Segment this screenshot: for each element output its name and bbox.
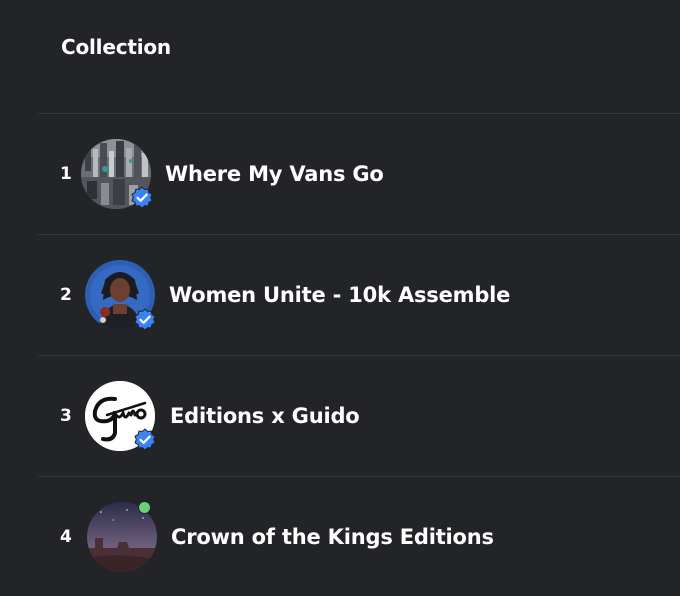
- collection-row[interactable]: 1 Where My Vans Go: [38, 113, 680, 234]
- rank-number: 1: [60, 163, 72, 184]
- verified-badge-icon: [131, 186, 153, 209]
- collection-name[interactable]: Where My Vans Go: [165, 162, 384, 186]
- collection-name[interactable]: Women Unite - 10k Assemble: [169, 283, 510, 307]
- verified-badge-icon: [134, 428, 156, 451]
- rank-number: 4: [60, 526, 72, 547]
- rank-number: 3: [60, 405, 72, 426]
- online-status-dot: [138, 501, 151, 514]
- verified-badge-icon: [134, 308, 156, 331]
- collection-row[interactable]: 3 Editions x Guido: [38, 355, 680, 476]
- collection-name[interactable]: Crown of the Kings Editions: [171, 525, 494, 549]
- collection-row[interactable]: 2 Women Unite - 10k Assemble: [38, 234, 680, 355]
- collection-name[interactable]: Editions x Guido: [170, 404, 360, 428]
- rank-number: 2: [60, 284, 72, 305]
- collection-row[interactable]: 4 Crown of the Kings Editions: [38, 476, 680, 596]
- collection-header: Collection: [61, 35, 171, 59]
